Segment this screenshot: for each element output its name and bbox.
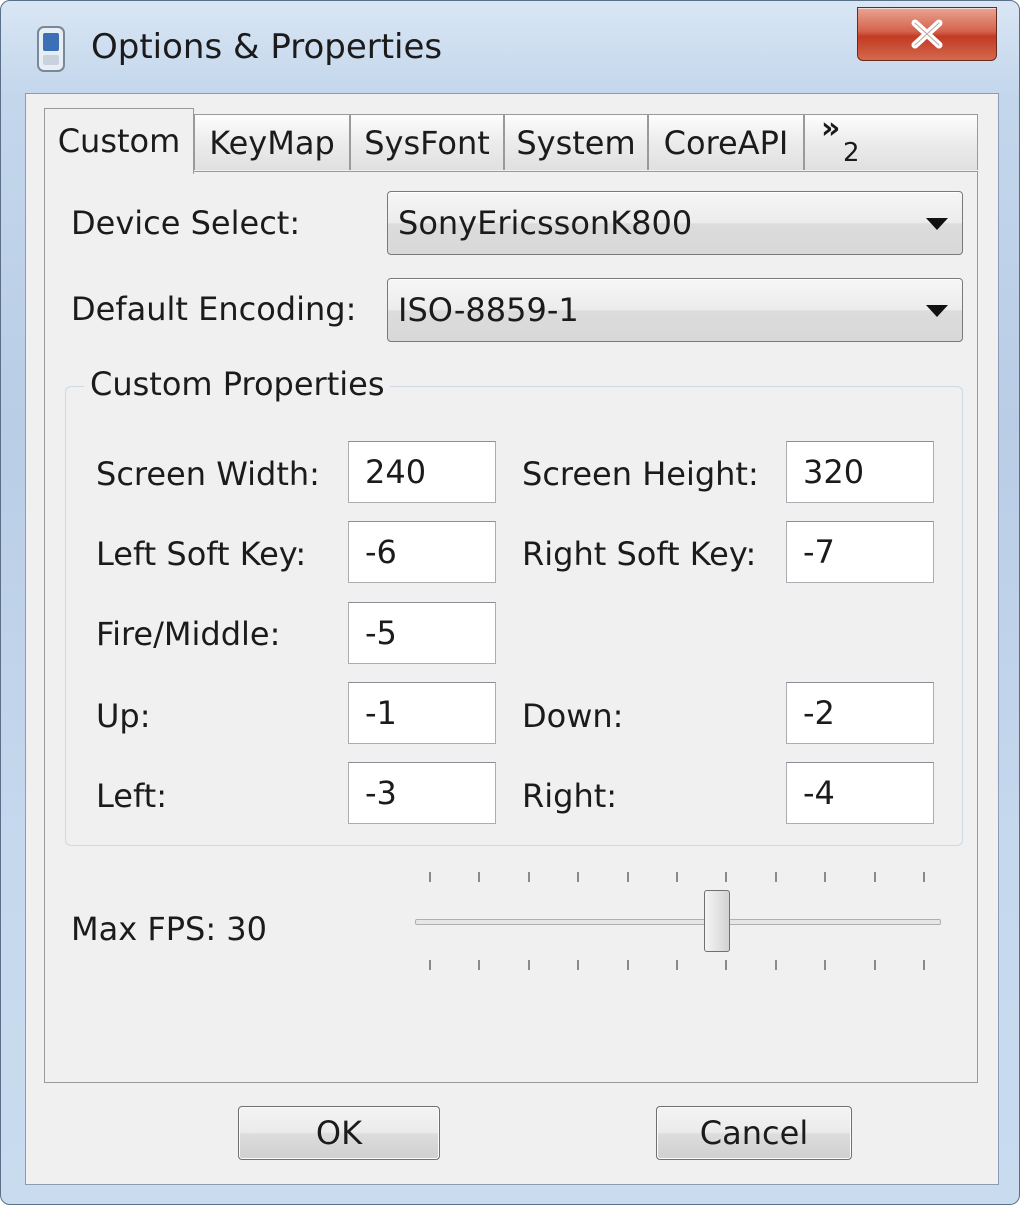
chevron-right-icon: » bbox=[821, 111, 841, 146]
dropdown-arrow-icon bbox=[926, 218, 948, 230]
right-soft-key-input[interactable]: -7 bbox=[786, 521, 934, 583]
slider-track bbox=[415, 919, 941, 925]
default-encoding-dropdown[interactable]: ISO-8859-1 bbox=[387, 278, 963, 342]
screen-height-input[interactable]: 320 bbox=[786, 441, 934, 503]
tab-keymap[interactable]: KeyMap bbox=[194, 114, 350, 170]
slider-tick bbox=[923, 960, 925, 970]
close-icon bbox=[911, 19, 943, 49]
options-properties-window: Options & Properties Custom KeyMap SysFo… bbox=[0, 0, 1020, 1205]
screen-width-label: Screen Width: bbox=[96, 455, 320, 493]
slider-tick bbox=[824, 872, 827, 882]
screen-width-input[interactable]: 240 bbox=[348, 441, 496, 503]
slider-tick bbox=[527, 960, 530, 970]
slider-tick bbox=[676, 872, 678, 882]
slider-tick bbox=[774, 960, 777, 970]
max-fps-slider[interactable] bbox=[411, 872, 941, 982]
custom-tab-panel: Device Select: SonyEricssonK800 Default … bbox=[44, 171, 978, 1083]
dropdown-arrow-icon bbox=[926, 305, 948, 317]
up-input[interactable]: -1 bbox=[348, 682, 496, 744]
slider-tick bbox=[774, 872, 777, 882]
left-soft-key-input[interactable]: -6 bbox=[348, 521, 496, 583]
slider-tick bbox=[873, 960, 876, 970]
left-soft-key-label: Left Soft Key: bbox=[96, 535, 307, 573]
custom-properties-group: Custom Properties Screen Width: 240 Scre… bbox=[65, 365, 963, 846]
cancel-button[interactable]: Cancel bbox=[656, 1106, 852, 1160]
slider-tick bbox=[725, 960, 728, 970]
slider-tick bbox=[824, 960, 827, 970]
left-input[interactable]: -3 bbox=[348, 762, 496, 824]
slider-tick bbox=[429, 960, 431, 970]
up-label: Up: bbox=[96, 697, 151, 735]
slider-tick bbox=[626, 960, 629, 970]
close-button[interactable] bbox=[857, 7, 997, 61]
tab-system[interactable]: System bbox=[504, 114, 648, 170]
device-select-dropdown[interactable]: SonyEricssonK800 bbox=[387, 191, 963, 255]
slider-tick bbox=[478, 960, 481, 970]
fire-middle-label: Fire/Middle: bbox=[96, 615, 281, 653]
tab-coreapi[interactable]: CoreAPI bbox=[648, 114, 804, 170]
tab-sysfont[interactable]: SysFont bbox=[350, 114, 504, 170]
down-input[interactable]: -2 bbox=[786, 682, 934, 744]
fire-middle-input[interactable]: -5 bbox=[348, 602, 496, 664]
slider-tick bbox=[577, 960, 580, 970]
window-title: Options & Properties bbox=[91, 27, 443, 67]
slider-tick bbox=[577, 872, 580, 882]
slider-tick bbox=[923, 872, 925, 882]
slider-tick bbox=[478, 872, 481, 882]
right-label: Right: bbox=[522, 777, 618, 815]
slider-tick bbox=[676, 960, 678, 970]
custom-properties-title: Custom Properties bbox=[84, 365, 391, 403]
max-fps-label: Max FPS: 30 bbox=[71, 910, 268, 948]
device-select-label: Device Select: bbox=[71, 204, 301, 242]
device-select-value: SonyEricssonK800 bbox=[398, 204, 693, 242]
default-encoding-label: Default Encoding: bbox=[71, 290, 357, 328]
title-bar[interactable]: Options & Properties bbox=[1, 1, 1019, 93]
ok-button[interactable]: OK bbox=[238, 1106, 440, 1160]
slider-tick bbox=[429, 872, 431, 882]
dialog-client-area: Custom KeyMap SysFont System CoreAPI » 2… bbox=[25, 93, 999, 1185]
screen-height-label: Screen Height: bbox=[522, 455, 759, 493]
slider-tick bbox=[626, 872, 629, 882]
tab-overflow-chevron[interactable]: » 2 bbox=[804, 111, 978, 170]
right-soft-key-label: Right Soft Key: bbox=[522, 535, 757, 573]
down-label: Down: bbox=[522, 697, 624, 735]
left-label: Left: bbox=[96, 777, 167, 815]
slider-tick bbox=[725, 872, 728, 882]
slider-tick bbox=[873, 872, 876, 882]
tab-custom[interactable]: Custom bbox=[44, 108, 194, 174]
default-encoding-value: ISO-8859-1 bbox=[398, 291, 579, 329]
right-input[interactable]: -4 bbox=[786, 762, 934, 824]
slider-thumb[interactable] bbox=[703, 890, 730, 952]
mobile-phone-icon bbox=[37, 26, 65, 72]
slider-tick bbox=[527, 872, 530, 882]
